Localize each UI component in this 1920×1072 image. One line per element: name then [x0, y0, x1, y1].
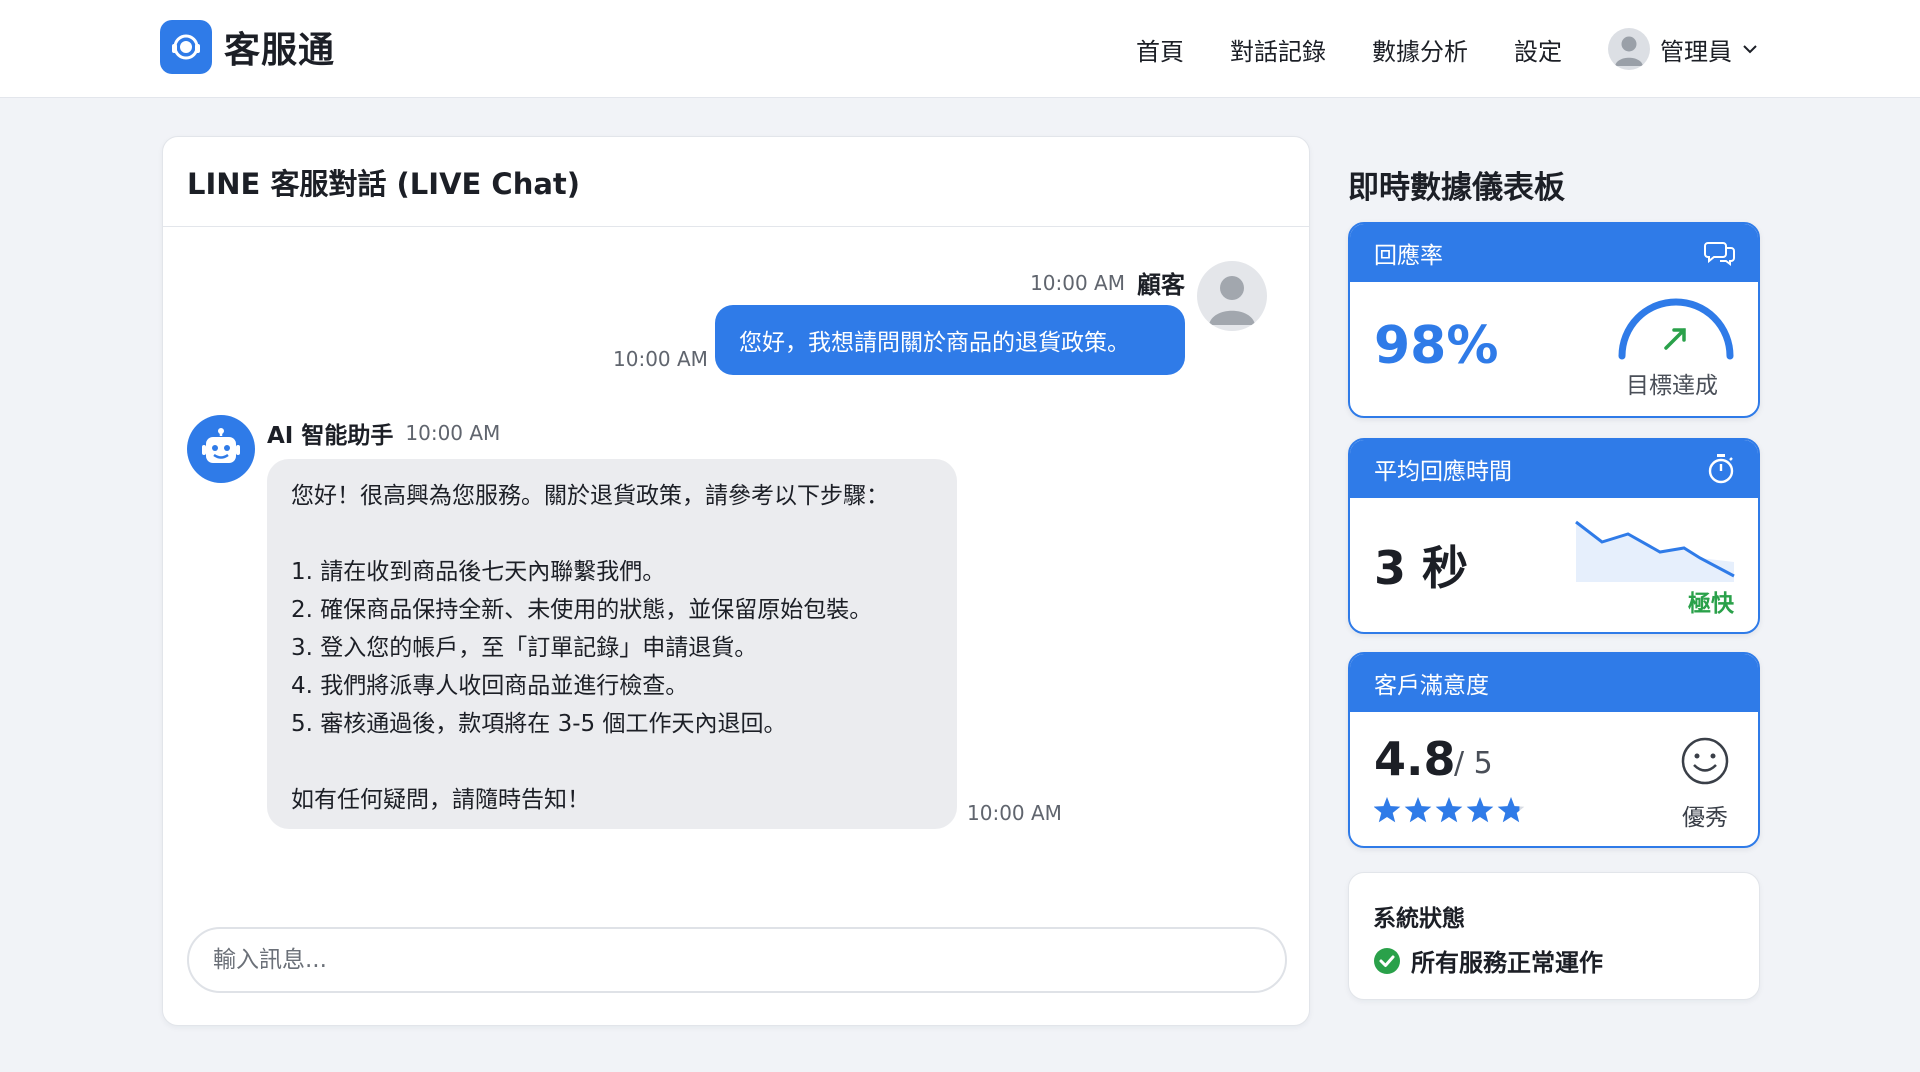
- check-circle-icon: [1374, 947, 1400, 974]
- customer-avatar: [1197, 261, 1267, 331]
- chat-bubbles-icon: [1704, 242, 1735, 266]
- satisfaction-body: 4.8 / 5 優秀: [1350, 712, 1758, 844]
- satisfaction-label: 客戶滿意度: [1374, 673, 1489, 699]
- response-rate-value: 98%: [1374, 316, 1499, 376]
- bot-message-step: 1. 請在收到商品後七天內聯繫我們。: [291, 559, 666, 585]
- stopwatch-icon: [1708, 454, 1734, 484]
- customer-message-time: 10:00 AM: [613, 347, 708, 371]
- system-status-card: 系統狀態 所有服務正常運作: [1348, 872, 1760, 1000]
- satisfaction-card[interactable]: 客戶滿意度 4.8 / 5 優秀: [1348, 652, 1760, 848]
- bot-message-step: 3. 登入您的帳戶，至「訂單記錄」申請退貨。: [291, 635, 758, 661]
- system-status-title: 系統狀態: [1373, 906, 1465, 932]
- nav-item-home[interactable]: 首頁: [1136, 32, 1184, 67]
- satisfaction-scale: / 5: [1454, 746, 1493, 781]
- bot-timestamp: 10:00 AM: [405, 421, 501, 445]
- bot-message-bubble: 您好！很高興為您服務。關於退貨政策，請參考以下步驟： 1. 請在收到商品後七天內…: [267, 459, 957, 829]
- gauge-icon: [1618, 298, 1734, 360]
- headset-logo-icon: [160, 20, 212, 74]
- nav-item-analytics[interactable]: 數據分析: [1372, 32, 1468, 67]
- user-name: 管理員: [1660, 37, 1732, 66]
- satisfaction-header: 客戶滿意度: [1350, 654, 1758, 712]
- star-filled: [1466, 797, 1494, 823]
- system-status-text: 所有服務正常運作: [1411, 949, 1603, 977]
- smiley-icon: [1681, 737, 1729, 785]
- avg-response-time-header: 平均回應時間: [1350, 440, 1758, 498]
- avg-response-time-card[interactable]: 平均回應時間 3 秒 極快: [1348, 438, 1760, 634]
- customer-message-bubble: 您好，我想請問關於商品的退貨政策。: [715, 305, 1185, 375]
- chat-panel: LINE 客服對話 (LIVE Chat) 10:00 AM 顧客 您好，我想請…: [162, 136, 1310, 1026]
- message-input[interactable]: [187, 927, 1287, 993]
- bot-message-step: 4. 我們將派專人收回商品並進行檢查。: [291, 673, 689, 699]
- response-rate-label: 回應率: [1374, 243, 1443, 269]
- nav-item-conversations[interactable]: 對話記錄: [1230, 32, 1326, 67]
- response-rate-card[interactable]: 回應率 98% 目標達成: [1348, 222, 1760, 418]
- dashboard-title: 即時數據儀表板: [1348, 170, 1565, 206]
- avg-response-time-value: 3 秒: [1374, 541, 1469, 595]
- star-filled: [1374, 797, 1401, 823]
- bot-message-meta: AI 智能助手 10:00 AM: [267, 417, 500, 449]
- brand[interactable]: 客服通: [160, 20, 335, 74]
- bot-message-intro: 您好！很高興為您服務。關於退貨政策，請參考以下步驟：: [291, 483, 889, 509]
- star-rating: [1374, 797, 1525, 823]
- response-rate-body: 98% 目標達成: [1350, 282, 1758, 414]
- bot-message-time: 10:00 AM: [967, 801, 1062, 825]
- bot-message-step: 2. 確保商品保持全新、未使用的狀態，並保留原始包裝。: [291, 597, 873, 623]
- app-name: 客服通: [224, 30, 336, 71]
- robot-avatar-icon: [187, 415, 255, 483]
- bot-message-step: 5. 審核通過後，款項將在 3-5 個工作天內退回。: [291, 711, 787, 737]
- chat-title: LINE 客服對話 (LIVE Chat): [187, 166, 581, 201]
- customer-sender-name: 顧客: [1137, 271, 1185, 299]
- satisfaction-value: 4.8: [1374, 732, 1456, 786]
- nav-item-settings[interactable]: 設定: [1514, 32, 1562, 67]
- response-time-sparkline: [1575, 520, 1735, 582]
- avg-response-time-status: 極快: [1688, 591, 1734, 617]
- user-menu[interactable]: 管理員: [1608, 28, 1758, 70]
- customer-timestamp: 10:00 AM: [1030, 270, 1125, 295]
- system-status-row: 所有服務正常運作: [1373, 943, 1603, 978]
- bot-sender-name: AI 智能助手: [267, 423, 394, 449]
- bot-message-closing: 如有任何疑問，請隨時告知！: [291, 787, 590, 813]
- top-navigation-bar: 客服通 首頁 對話記錄 數據分析 設定 管理員: [0, 0, 1920, 98]
- star-filled: [1435, 797, 1463, 823]
- avg-response-time-label: 平均回應時間: [1374, 459, 1512, 485]
- satisfaction-status: 優秀: [1682, 805, 1728, 831]
- chat-header: LINE 客服對話 (LIVE Chat): [163, 137, 1309, 227]
- customer-message-text: 您好，我想請問關於商品的退貨政策。: [739, 330, 1130, 356]
- main-nav: 首頁 對話記錄 數據分析 設定 管理員: [1136, 24, 1758, 74]
- star-filled: [1404, 797, 1432, 823]
- avatar: [1608, 28, 1650, 70]
- avg-response-time-body: 3 秒 極快: [1350, 498, 1758, 630]
- chevron-down-icon: [1743, 45, 1757, 54]
- response-rate-header: 回應率: [1350, 224, 1758, 282]
- response-rate-status: 目標達成: [1626, 373, 1718, 399]
- customer-message-meta: 10:00 AM 顧客: [1030, 265, 1185, 300]
